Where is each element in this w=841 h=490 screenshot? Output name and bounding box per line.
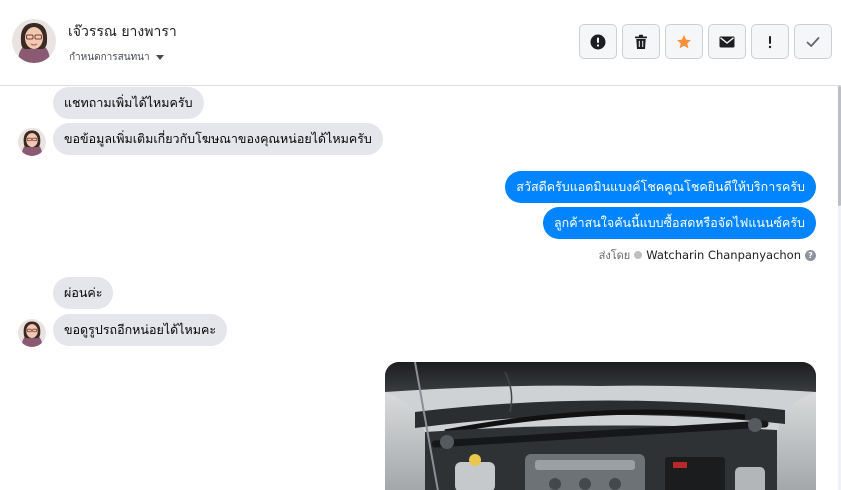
conversation-toolbar (579, 24, 832, 59)
envelope-icon (719, 36, 735, 47)
trash-icon (635, 34, 647, 49)
contact-avatar-small[interactable] (18, 319, 46, 347)
assign-label: กำหนดการสนทนา (69, 52, 150, 63)
caret-down-icon (155, 55, 164, 60)
message-bubble[interactable]: แชทถามเพิ่มได้ไหมครับ (53, 87, 204, 119)
star-button[interactable] (665, 24, 703, 59)
message-thread[interactable]: แชทถามเพิ่มได้ไหมครับ ขอข้อมูลเพิ่มเติมเ… (0, 86, 841, 490)
inbox-conversation-view: เจ๊วรรณ ยางพารา กำหนดการสนทนา แชทถามเพิ่… (0, 0, 841, 490)
sent-by-agent: Watcharin Chanpanyachon (646, 248, 801, 262)
exclamation-circle-icon (590, 34, 606, 49)
sent-by-prefix: ส่งโดย (598, 249, 631, 262)
done-button[interactable] (794, 24, 832, 59)
assign-conversation-dropdown[interactable]: กำหนดการสนทนา (69, 50, 164, 65)
message-bubble[interactable]: ขอข้อมูลเพิ่มเติมเกี่ยวกับโฆษณาของคุณหน่… (53, 123, 383, 155)
contact-avatar[interactable] (12, 19, 56, 63)
message-bubble[interactable]: ขอดูรูปรถอีกหน่อยได้ไหมคะ (53, 314, 228, 346)
contact-name[interactable]: เจ๊วรรณ ยางพารา (68, 21, 177, 43)
important-button[interactable] (751, 24, 789, 59)
report-button[interactable] (579, 24, 617, 59)
message-bubble-outgoing[interactable]: ลูกค้าสนใจคันนี้แบบซื้อสดหรือจัดไฟแนนซ์ค… (542, 207, 816, 239)
sent-by-label: ส่งโดย Watcharin Chanpanyachon ? (599, 246, 816, 264)
message-bubble-outgoing[interactable]: สวัสดีครับแอดมินแบงค์โชคคูณโชคยินดีให้บร… (505, 171, 816, 203)
conversation-header: เจ๊วรรณ ยางพารา กำหนดการสนทนา (0, 0, 841, 86)
message-bubble[interactable]: ผ่อนค่ะ (53, 277, 114, 309)
exclamation-icon (768, 35, 772, 48)
check-icon (806, 36, 820, 47)
star-icon (677, 34, 691, 48)
question-icon[interactable]: ? (805, 249, 816, 261)
page-badge-icon (634, 251, 643, 259)
delete-button[interactable] (622, 24, 660, 59)
image-attachment[interactable] (385, 362, 816, 490)
mark-unread-button[interactable] (708, 24, 746, 59)
contact-avatar-small[interactable] (18, 128, 46, 156)
